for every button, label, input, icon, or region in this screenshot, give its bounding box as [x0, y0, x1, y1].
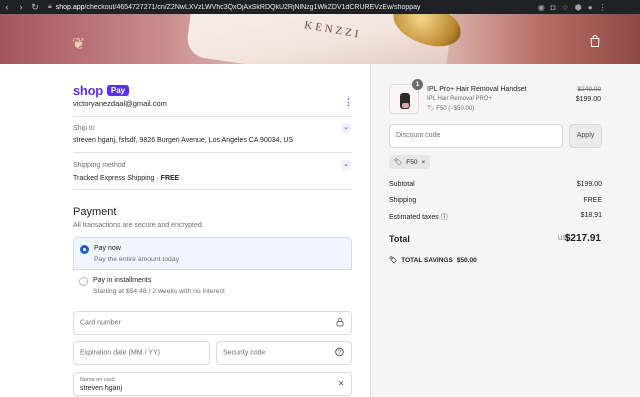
help-circle-icon[interactable]: ? [335, 347, 344, 359]
clear-icon[interactable]: × [338, 379, 344, 390]
shipping-method-name: Tracked Express Shipping · [73, 175, 161, 182]
ship-to-chevron-icon[interactable]: ⌄ [341, 123, 351, 133]
name-on-card-field[interactable]: Name on card streven hganj × [73, 372, 352, 396]
applied-discount-code: F50 [406, 158, 418, 166]
product-price: $199.00 [575, 96, 601, 103]
applied-discount-tag: 🏷︎ F50 × [389, 155, 431, 169]
account-email: victoryanezdaal@gmail.com [73, 99, 167, 108]
expiration-placeholder: Expiration date (MM / YY) [80, 349, 161, 357]
store-banner: KENZZI ❦ [0, 14, 640, 64]
checkout-main: shop Pay victoryanezdaal@gmail.com ⋮ Shi… [0, 64, 370, 397]
profile-icon[interactable]: ● [588, 3, 593, 12]
discount-code-placeholder: Discount code [396, 132, 441, 139]
pay-logo-badge: Pay [106, 85, 130, 96]
shipping-value: FREE [583, 197, 602, 204]
reload-icon[interactable]: ↻ [28, 2, 42, 13]
ship-to-address: streven hganj, fsfsdf, 9826 Burgen Avenu… [73, 137, 294, 144]
pay-installments-title: Pay in installments [93, 277, 152, 284]
security-code-field[interactable]: Security code ? [216, 341, 352, 365]
shipping-method-chevron-icon[interactable]: ⌄ [341, 160, 351, 170]
shopping-bag-icon[interactable] [590, 35, 600, 50]
shipping-label: Shipping [389, 197, 417, 204]
info-icon[interactable]: ⓘ [441, 214, 448, 221]
product-variant: IPL Hair Removal PRO+ [427, 96, 492, 102]
pay-installments-radio[interactable] [79, 277, 88, 286]
discount-code-input[interactable]: Discount code [389, 124, 563, 148]
remove-discount-icon[interactable]: × [421, 159, 425, 166]
url-host: shop.app [55, 3, 85, 11]
browser-toolbar: ‹ › ↻ 🔒︎ shop.app/checkout/4654727271/cn… [0, 0, 640, 14]
security-code-placeholder: Security code [223, 349, 266, 357]
tag-icon: 🏷︎ [427, 106, 437, 112]
lock-icon [336, 318, 344, 329]
star-icon[interactable]: ☆ [562, 3, 569, 12]
payment-heading: Payment [73, 206, 117, 218]
ship-to-label: Ship to [73, 125, 95, 132]
savings-value: $50.00 [456, 256, 477, 264]
pay-installments-option[interactable]: Pay in installments Starting at $54.48 /… [73, 270, 352, 304]
tag-icon: 🏷︎ [389, 257, 398, 264]
menu-icon[interactable]: ⋮ [599, 3, 607, 12]
total-label: Total [389, 234, 410, 244]
name-on-card-value: streven hganj [80, 385, 123, 392]
eye-icon[interactable]: ◉ [538, 3, 545, 12]
camera-icon[interactable]: ◘ [551, 3, 556, 12]
extensions-area: ◉ ◘ ☆ ⬢ ● ⋮ [538, 3, 607, 12]
shipping-method-label: Shipping method [73, 162, 126, 169]
shipping-method-price: FREE [160, 175, 180, 182]
taxes-label-group: Estimated taxes ⓘ [389, 212, 448, 222]
order-summary: 1 IPL Pro+ Hair Removal Handset IPL Hair… [370, 64, 640, 397]
taxes-label: Estimated taxes [389, 214, 439, 221]
address-bar[interactable]: shop.app/checkout/4654727271/cn/Z2NwLXVz… [56, 4, 526, 11]
card-number-placeholder: Card number [80, 319, 121, 327]
shop-logo-text: shop [73, 83, 103, 98]
divider [73, 189, 352, 190]
lock-icon[interactable]: 🔒︎ [48, 3, 52, 11]
quantity-badge: 1 [412, 79, 423, 90]
expiration-date-field[interactable]: Expiration date (MM / YY) [73, 341, 210, 365]
pay-now-radio[interactable] [80, 245, 89, 254]
shipping-method-value: Tracked Express Shipping · FREE [73, 175, 179, 182]
tag-icon: 🏷︎ [394, 159, 403, 166]
subtotal-value: $199.00 [576, 181, 602, 188]
product-discount-text: F50 (−$50.00) [436, 106, 475, 112]
subtotal-label: Subtotal [389, 181, 415, 188]
pay-now-title: Pay now [94, 245, 121, 252]
shop-pay-logo: shop Pay [73, 83, 130, 98]
pay-now-option[interactable]: Pay now Pay the entire amount today [73, 237, 352, 270]
total-savings: 🏷︎ TOTAL SAVINGS $50.00 [389, 256, 477, 265]
name-on-card-label: Name on card [80, 377, 115, 383]
product-original-price: $249.00 [577, 86, 602, 93]
taxes-value: $18.91 [580, 212, 602, 219]
card-number-field[interactable]: Card number [73, 311, 352, 335]
apply-discount-button[interactable]: Apply [569, 124, 602, 148]
pay-installments-desc: Starting at $54.48 / 2 weeks with no int… [93, 288, 225, 295]
pay-now-desc: Pay the entire amount today [94, 256, 180, 263]
divider [73, 152, 352, 153]
forward-icon[interactable]: › [14, 2, 28, 12]
product-device-accent [402, 103, 409, 108]
url-path: /checkout/4654727271/cn/Z2NwLXVzLWVhc3Qx… [84, 3, 421, 11]
divider [73, 116, 352, 117]
extension-icon[interactable]: ⬢ [575, 3, 582, 12]
total-amount: $217.91 [564, 233, 601, 244]
store-logo-icon[interactable]: ❦ [72, 34, 85, 54]
back-icon[interactable]: ‹ [0, 2, 14, 12]
savings-label: TOTAL SAVINGS [401, 256, 453, 264]
product-discount: 🏷︎ F50 (−$50.00) [427, 105, 474, 112]
account-menu-icon[interactable]: ⋮ [344, 97, 353, 108]
payment-subtitle: All transactions are secure and encrypte… [73, 222, 204, 229]
product-name: IPL Pro+ Hair Removal Handset [427, 86, 527, 93]
